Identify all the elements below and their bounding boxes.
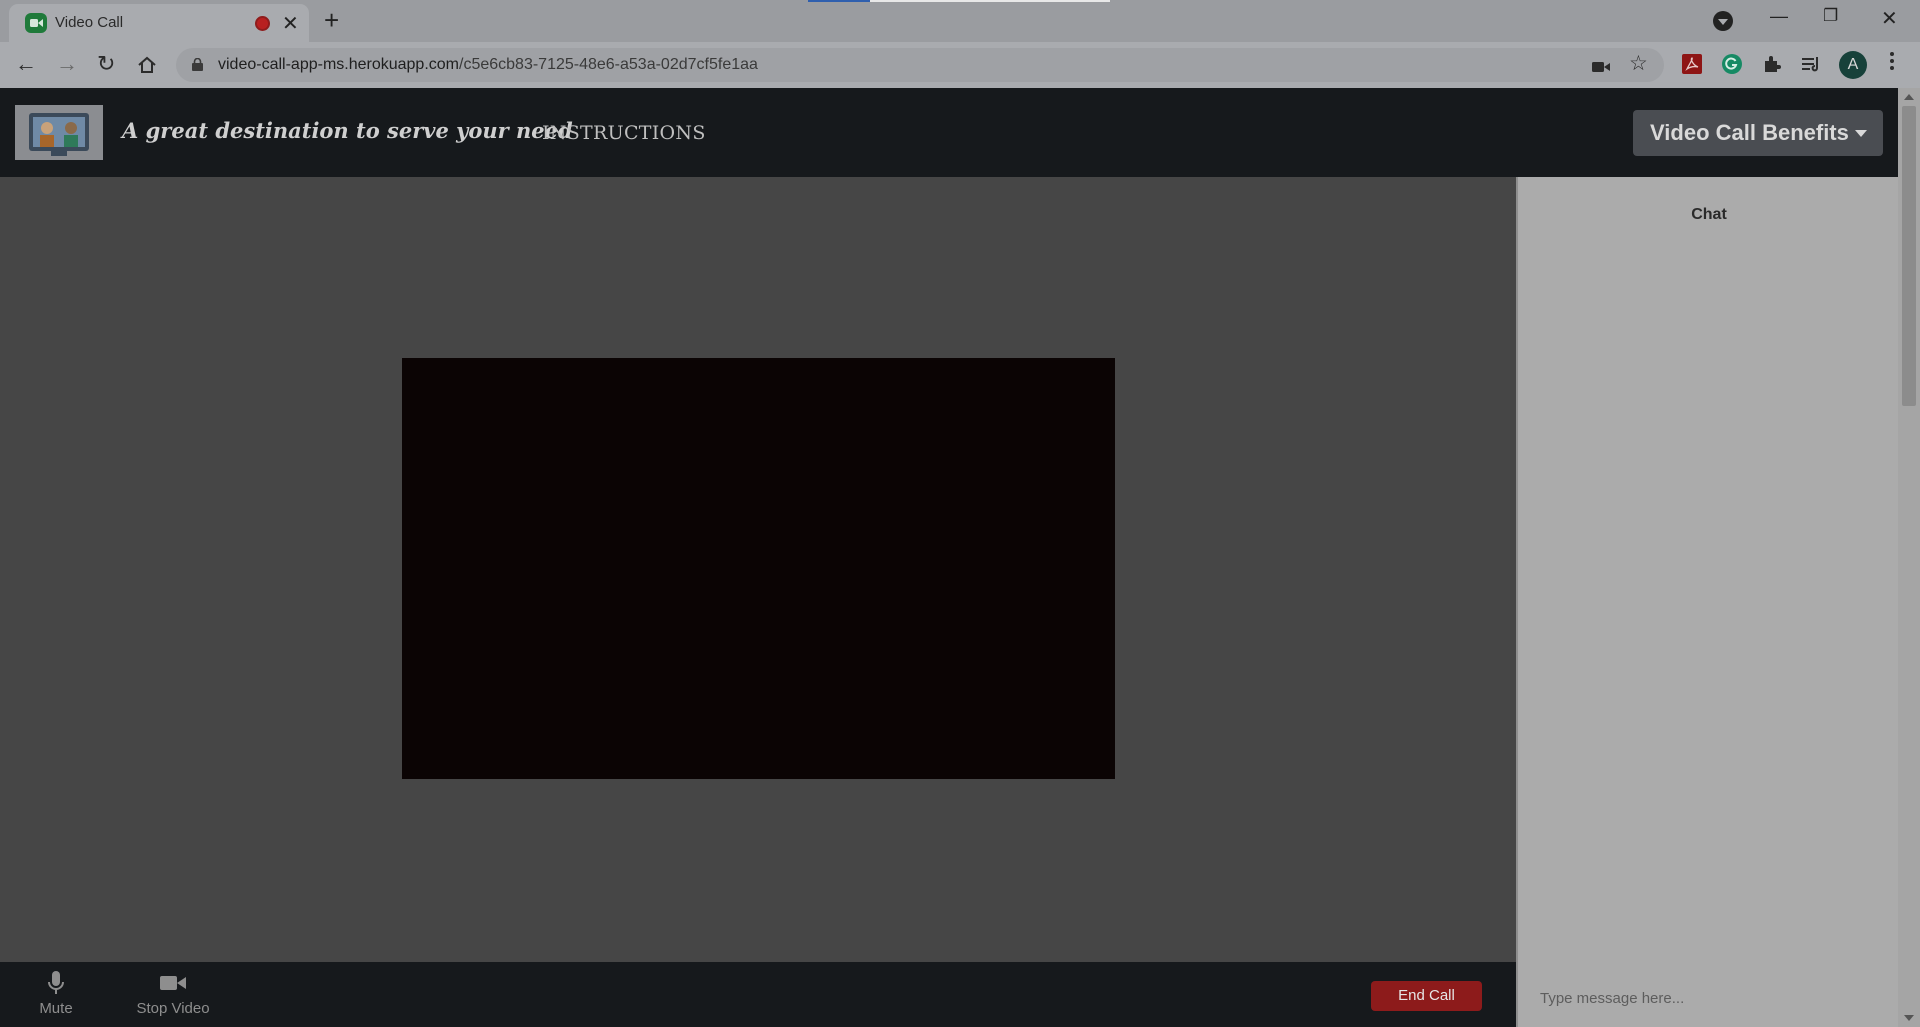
window-close-icon[interactable]: ✕ — [1881, 6, 1898, 31]
chat-message-input[interactable] — [1524, 973, 1894, 1023]
chat-panel: Chat — [1516, 177, 1898, 1027]
logo[interactable] — [15, 105, 103, 160]
grammarly-icon[interactable] — [1721, 53, 1743, 75]
url-text: video-call-app-ms.herokuapp.com/c5e6cb83… — [218, 56, 758, 74]
video-call-benefits-label: Video Call Benefits — [1650, 120, 1849, 145]
video-feed — [402, 358, 1115, 779]
camera-icon[interactable] — [1590, 56, 1612, 78]
extensions-icon[interactable] — [1761, 53, 1783, 75]
address-bar[interactable]: video-call-app-ms.herokuapp.com/c5e6cb83… — [176, 48, 1664, 82]
tab-search-icon[interactable] — [1713, 11, 1733, 31]
video-call-favicon — [25, 13, 47, 33]
browser-toolbar: ← → ↻ video-call-app-ms.herokuapp.com/c5… — [0, 42, 1920, 88]
site-tagline: A great destination to serve your need — [122, 118, 573, 143]
recording-icon — [255, 16, 270, 31]
loading-indicator — [808, 0, 870, 2]
reload-icon[interactable]: ↻ — [97, 51, 115, 77]
site-navbar: A great destination to serve your need I… — [0, 88, 1898, 177]
end-call-button[interactable]: End Call — [1371, 981, 1482, 1011]
tab-title: Video Call — [55, 14, 124, 31]
stop-video-button[interactable]: Stop Video — [133, 970, 213, 1017]
maximize-icon[interactable]: ❐ — [1823, 6, 1838, 26]
profile-avatar[interactable]: A — [1839, 51, 1867, 79]
reading-list-icon[interactable] — [1800, 53, 1822, 75]
call-controls: Mute Stop Video End Call — [0, 962, 1516, 1027]
stop-video-label: Stop Video — [136, 1000, 210, 1017]
browser-tab[interactable]: Video Call ✕ — [9, 4, 309, 42]
plus-icon[interactable]: + — [324, 6, 339, 34]
mute-label: Mute — [39, 1000, 73, 1017]
web-page: A great destination to serve your need I… — [0, 88, 1898, 1027]
close-icon[interactable]: ✕ — [282, 11, 299, 36]
loading-indicator-track — [870, 0, 1110, 2]
video-stage — [0, 177, 1516, 962]
star-icon[interactable]: ☆ — [1629, 51, 1651, 75]
scroll-up-arrow-icon[interactable] — [1904, 94, 1914, 100]
menu-icon[interactable] — [1890, 52, 1894, 74]
url-path: /c5e6cb83-7125-48e6-a53a-02d7cf5fe1aa — [459, 56, 758, 73]
mute-button[interactable]: Mute — [37, 970, 75, 1017]
home-icon[interactable] — [136, 54, 158, 76]
caret-down-icon — [1855, 130, 1867, 137]
scroll-down-arrow-icon[interactable] — [1904, 1015, 1914, 1021]
browser-tab-bar: Video Call ✕ + — ❐ ✕ — [0, 0, 1920, 42]
video-camera-icon — [160, 976, 186, 990]
instructions-link[interactable]: INSTRUCTIONS — [542, 122, 706, 144]
back-icon[interactable]: ← — [15, 51, 37, 77]
microphone-icon — [48, 971, 64, 994]
page-scrollbar[interactable] — [1898, 88, 1920, 1027]
chat-title: Chat — [1691, 206, 1727, 223]
scrollbar-thumb[interactable] — [1902, 106, 1916, 406]
lock-icon[interactable] — [192, 58, 203, 71]
pdf-extension-icon[interactable] — [1681, 53, 1703, 75]
minimize-icon[interactable]: — — [1770, 6, 1788, 27]
url-host: video-call-app-ms.herokuapp.com — [218, 56, 459, 73]
forward-icon[interactable]: → — [56, 51, 78, 77]
video-call-benefits-dropdown[interactable]: Video Call Benefits — [1633, 110, 1883, 156]
